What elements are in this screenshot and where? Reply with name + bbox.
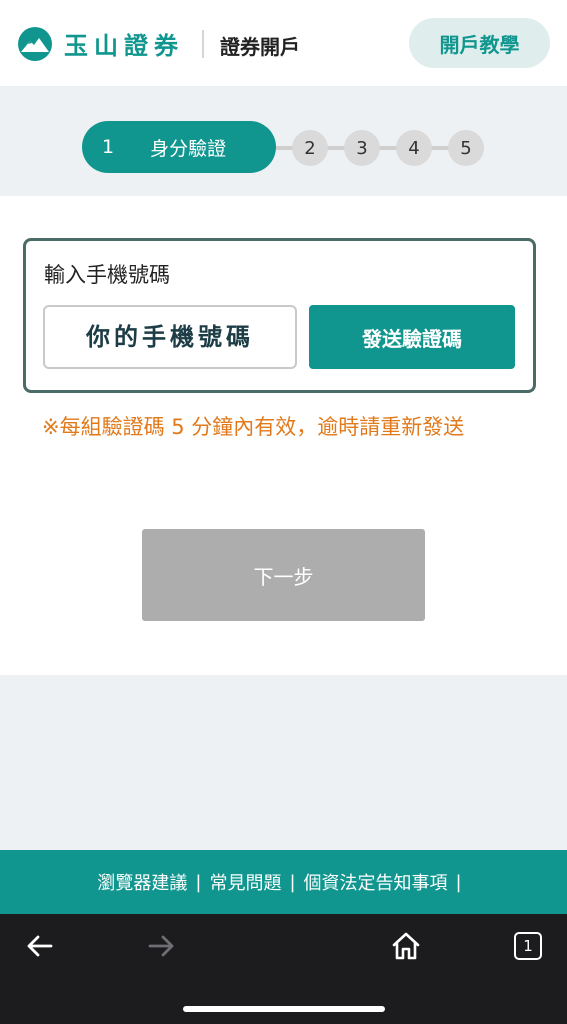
forward-arrow-icon[interactable] — [148, 934, 176, 958]
footer-separator: | — [289, 871, 296, 893]
validity-notice: ※每組驗證碼 5 分鐘內有效，逾時請重新發送 — [42, 415, 465, 439]
tabs-icon[interactable]: 1 — [514, 932, 542, 960]
phone-input-group: 輸入手機號碼 發送驗證碼 — [23, 238, 536, 393]
phone-number-input[interactable] — [43, 305, 297, 369]
footer-link-browser[interactable]: 瀏覽器建議 — [97, 869, 187, 895]
send-code-button[interactable]: 發送驗證碼 — [309, 305, 515, 369]
verification-card: 輸入手機號碼 發送驗證碼 ※每組驗證碼 5 分鐘內有效，逾時請重新發送 下一步 — [0, 196, 567, 675]
step-4: 4 — [396, 130, 432, 166]
footer: 瀏覽器建議 | 常見問題 | 個資法定告知事項 | — [0, 850, 567, 914]
step-1-active: 1 身分驗證 — [82, 121, 276, 173]
brand-logo[interactable]: 玉山證券 — [18, 26, 184, 61]
footer-separator: | — [195, 871, 202, 893]
step-number: 1 — [102, 136, 115, 158]
step-3: 3 — [344, 130, 380, 166]
brand-name: 玉山證券 — [64, 32, 184, 60]
footer-links: 瀏覽器建議 | 常見問題 | 個資法定告知事項 | — [97, 869, 469, 895]
phone-label: 輸入手機號碼 — [44, 263, 170, 287]
next-step-button[interactable]: 下一步 — [142, 529, 425, 621]
footer-link-privacy[interactable]: 個資法定告知事項 — [304, 869, 448, 895]
esun-logo-icon — [18, 26, 52, 61]
home-indicator[interactable] — [183, 1006, 385, 1012]
tutorial-button[interactable]: 開戶教學 — [409, 18, 550, 68]
step-2: 2 — [292, 130, 328, 166]
browser-toolbar: 1 — [0, 914, 567, 1024]
back-arrow-icon[interactable] — [25, 934, 53, 958]
footer-link-faq[interactable]: 常見問題 — [209, 869, 281, 895]
page-title: 證券開戶 — [220, 35, 300, 59]
step-label: 身分驗證 — [150, 137, 227, 160]
home-icon[interactable] — [391, 931, 421, 961]
step-5: 5 — [448, 130, 484, 166]
progress-stepper: 1 身分驗證 2 3 4 5 — [82, 121, 492, 175]
header-divider — [202, 30, 204, 58]
footer-separator: | — [455, 871, 462, 893]
header: 玉山證券 證券開戶 開戶教學 — [0, 0, 567, 86]
